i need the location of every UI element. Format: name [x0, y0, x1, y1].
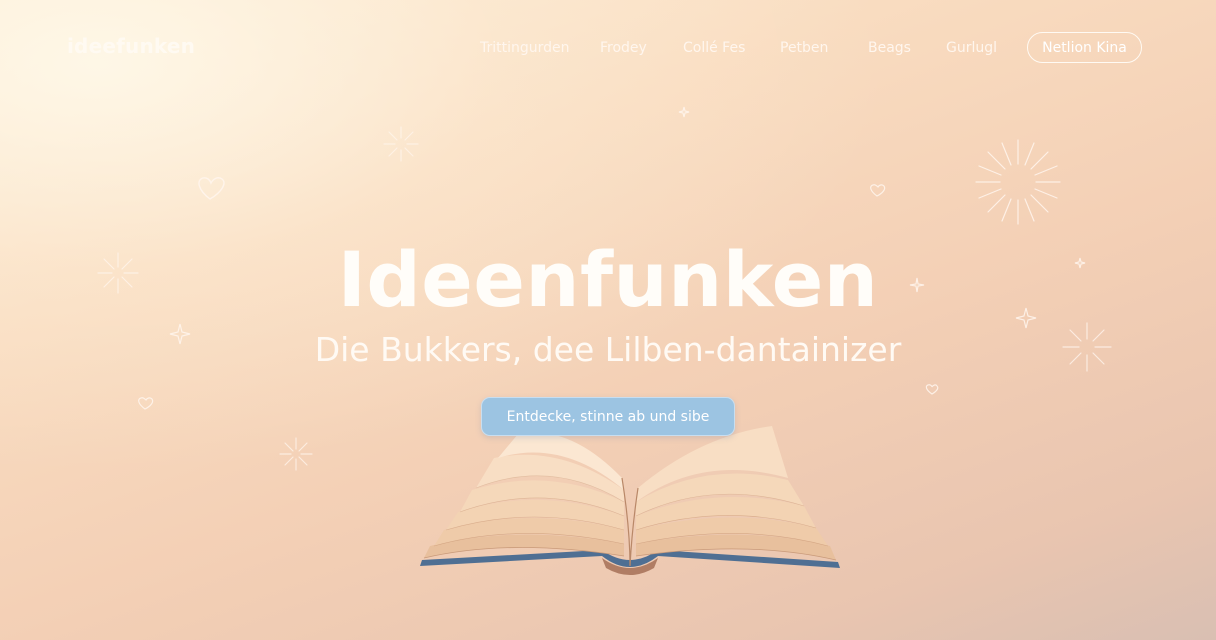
- burst-icon: [975, 139, 1061, 225]
- nav-link-1[interactable]: Trittingurden: [480, 40, 570, 56]
- left-pages: [423, 432, 625, 559]
- star-icon: [678, 106, 690, 118]
- right-pages: [635, 426, 837, 561]
- heart-icon: [870, 184, 886, 197]
- nav-link-6[interactable]: Gurlugl: [946, 40, 997, 56]
- burst-icon: [383, 126, 419, 162]
- nav-link-3[interactable]: Collé Fes: [683, 40, 745, 56]
- burst-icon: [279, 437, 313, 471]
- nav-link-2[interactable]: Frodey: [600, 40, 647, 56]
- hero-subtitle: Die Bukkers, dee Lilben-dantainizer: [314, 330, 902, 369]
- hero-title: Ideenfunken: [337, 235, 879, 324]
- open-book-illustration: [420, 426, 840, 575]
- hero-cta-button[interactable]: Entdecke, stinne ab und sibe: [481, 397, 735, 436]
- nav-link-5[interactable]: Beags: [868, 40, 911, 56]
- nav-link-4[interactable]: Petben: [780, 40, 828, 56]
- header-cta-button[interactable]: Netlion Kina: [1027, 32, 1142, 63]
- heart-icon: [925, 384, 939, 395]
- heart-icon: [138, 397, 154, 410]
- heart-icon: [198, 177, 225, 200]
- logo[interactable]: ideefunken: [67, 34, 195, 58]
